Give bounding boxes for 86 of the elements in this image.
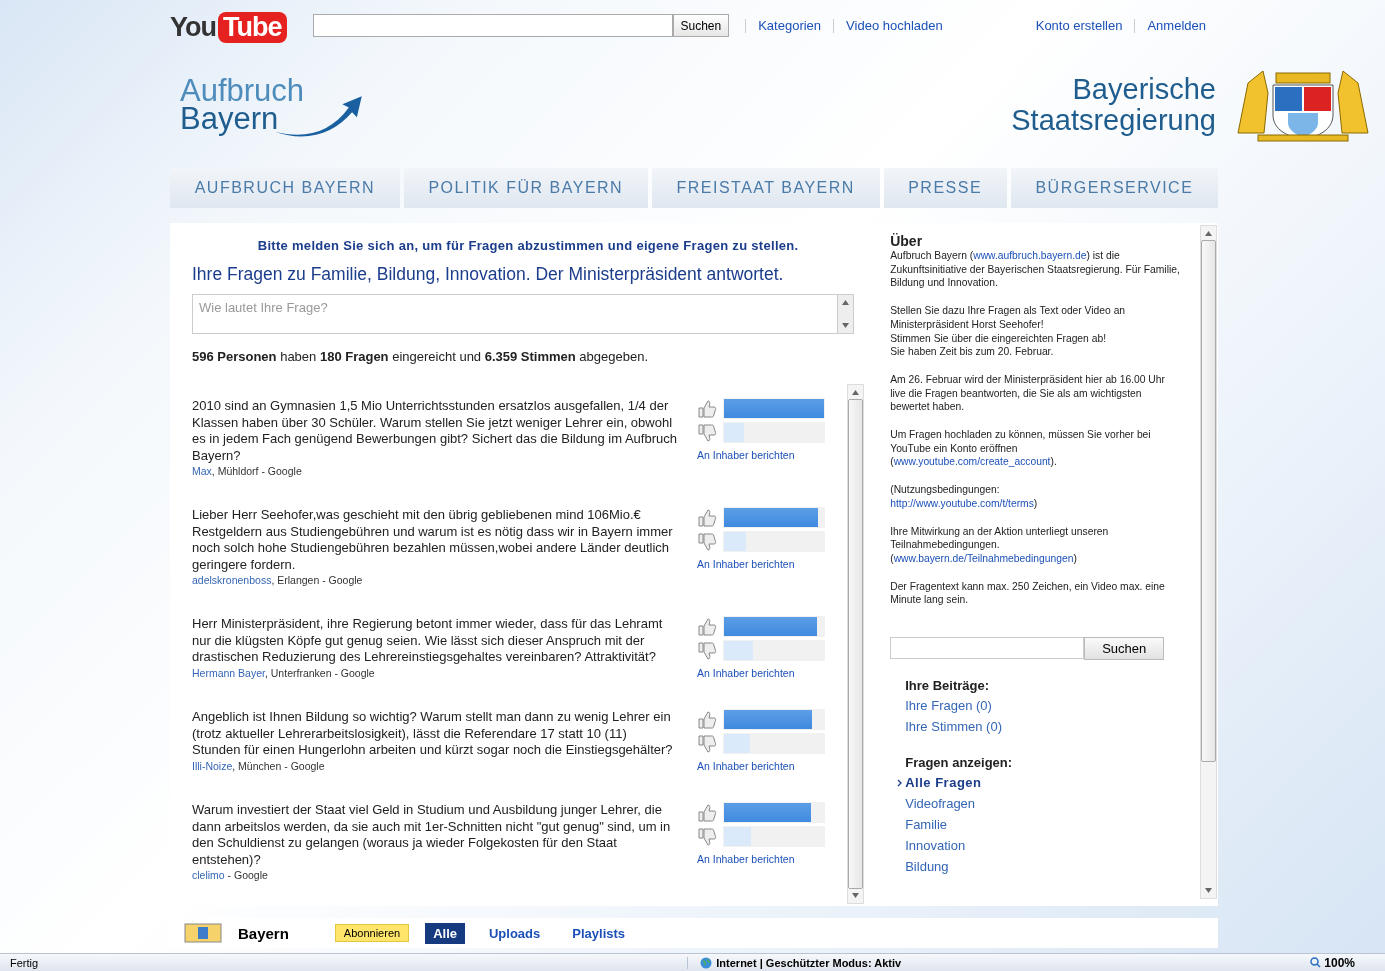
nav-tab[interactable]: BÜRGERSERVICE bbox=[1010, 168, 1218, 208]
stats-text: 596 Personen haben 180 Fragen eingereicht und 6.359 Stimmen abgegeben. bbox=[192, 349, 650, 364]
filter-link[interactable]: Innovation bbox=[905, 835, 966, 857]
contribution-link[interactable]: Ihre Fragen (0) bbox=[905, 695, 992, 717]
scrollbar[interactable] bbox=[837, 294, 854, 334]
chevron-icon bbox=[897, 778, 903, 787]
report-link[interactable]: An Inhaber berichten bbox=[697, 853, 832, 865]
info-paragraph: Stellen Sie dazu Ihre Fragen als Text oder Video an Ministerpräsident Horst Seehofer! Stimmen Sie über die eingereichten Fragen ab! Sie haben Zeit bis zum 20. Februar. bbox=[890, 304, 1127, 359]
sidebar-search-button[interactable]: Suchen bbox=[1084, 637, 1165, 661]
scrollbar[interactable] bbox=[1200, 225, 1218, 899]
question-text: 2010 sind an Gymnasien 1,5 Mio Unterrichtsstunden ersatzlos ausgefallen, 1/4 der Klassen haben über 30 Schüler. Warum stellen Sie jetzt weniger Lehrer ein, obwohl es in jedem Fach genügend Bewerbungen gibt? Sichert das die Bildung im Aufbruch Bayern? bbox=[192, 398, 677, 464]
channel-tab[interactable]: Alle bbox=[425, 922, 465, 944]
nav-tab[interactable]: POLITIK FÜR BAYERN bbox=[403, 168, 648, 208]
account-link[interactable]: Konto erstellen bbox=[1023, 19, 1135, 33]
filter-link[interactable]: Alle Fragen bbox=[897, 772, 982, 794]
government-title: Bayerische Staatsregierung bbox=[1011, 74, 1216, 136]
report-link[interactable]: An Inhaber berichten bbox=[697, 667, 832, 679]
info-paragraph: Ihre Mitwirkung an der Aktion unterliegt unseren Teilnahmebedingungen. (www.bayern.de/Teilnahmebedingungen) bbox=[890, 524, 1110, 566]
scroll-up-icon[interactable] bbox=[852, 390, 860, 395]
page-title: Ihre Fragen zu Familie, Bildung, Innovation. Der Ministerpräsident antwortet. bbox=[192, 264, 785, 285]
section-heading: Ihre Beiträge: bbox=[905, 678, 990, 694]
info-paragraph: Der Fragentext kann max. 250 Zeichen, ein Video max. eine Minute lang sein. bbox=[890, 579, 1166, 608]
info-paragraph: Um Fragen hochladen zu können, müssen Sie vorher bei YouTube ein Konto eröffnen (www.youtube.com/create_account). bbox=[890, 428, 1152, 470]
search-button[interactable]: Suchen bbox=[672, 14, 730, 37]
report-link[interactable]: An Inhaber berichten bbox=[697, 558, 832, 570]
author-link[interactable]: Max bbox=[192, 465, 212, 477]
thumbs-down-icon[interactable] bbox=[697, 827, 717, 846]
filter-link[interactable]: Familie bbox=[905, 814, 948, 836]
zoom-level[interactable]: 100% bbox=[1310, 955, 1355, 970]
account-link[interactable]: Anmelden bbox=[1134, 19, 1218, 33]
question-text: Lieber Herr Seehofer,was geschieht mit den übrig gebliebenen mind 106Mio.€ Restgeldern aus Studiengebühren und warum ist es nötig dass wir in Bayern immer noch solch hohe Studiengebühren bezahlen müssen,wobei andere Länder deutlich geringere fordern. bbox=[192, 507, 674, 573]
status-text: Fertig bbox=[9, 956, 39, 969]
author-link[interactable]: Hermann Bayer bbox=[192, 666, 265, 679]
author-link[interactable]: clelimo bbox=[192, 869, 225, 881]
magnifier-icon bbox=[1310, 957, 1322, 968]
question-meta: Max, Mühldorf - Google bbox=[192, 465, 303, 477]
info-link[interactable]: http://www.youtube.com/t/terms bbox=[890, 497, 1034, 509]
sidebar-search-field[interactable] bbox=[890, 637, 1085, 660]
scroll-down-icon[interactable] bbox=[842, 323, 849, 328]
zone-indicator: Internet | Geschützter Modus: Aktiv bbox=[687, 956, 902, 969]
info-paragraph: Am 26. Februar wird der Ministerpräsident hier ab 16.00 Uhr live die Fragen beantworten, die Sie als am wichtigsten bewertet haben. bbox=[890, 372, 1166, 415]
report-link[interactable]: An Inhaber berichten bbox=[697, 760, 832, 772]
info-link[interactable]: www.aufbruch.bayern.de bbox=[973, 250, 1087, 261]
question-text: Herr Ministerpräsident, ihre Regierung betont immer wieder, dass für das Lehramt nur die klügsten Köpfe gut genug seien. Wie lässt sich dieser Anspruch mit der drastischen Reduzierung des Lehrereinstiegsgehaltes vereinbaren? Attraktivität? bbox=[192, 616, 664, 666]
thumbs-up-icon[interactable] bbox=[697, 399, 717, 418]
report-link[interactable]: An Inhaber berichten bbox=[697, 449, 832, 461]
scroll-up-icon[interactable] bbox=[1205, 231, 1213, 236]
filter-link[interactable]: Videofragen bbox=[905, 793, 976, 815]
question-text: Warum investiert der Staat viel Geld in Studium und Ausbildung junger Lehrer, die dann arbeitslos werden, da sie auch mit 1er-Schnitten nicht "gut genug" sind, um in den Schuldienst zu gelangen (woraus ja wieder Folgekosten für den Staat entstehen)? bbox=[192, 802, 672, 868]
nav-tab[interactable]: PRESSE bbox=[883, 168, 1007, 208]
question-input[interactable]: Wie lautet Ihre Frage? bbox=[192, 294, 837, 334]
scroll-down-icon[interactable] bbox=[1205, 888, 1213, 893]
scroll-down-icon[interactable] bbox=[852, 893, 860, 898]
thumbs-up-icon[interactable] bbox=[697, 803, 717, 822]
nav-tab[interactable]: FREISTAAT BAYERN bbox=[651, 168, 880, 208]
section-heading: Fragen anzeigen: bbox=[905, 755, 1014, 771]
nav-tab[interactable]: AUFBRUCH BAYERN bbox=[170, 168, 400, 208]
sidebar-title: Über bbox=[890, 233, 924, 249]
question-meta: clelimo - Google bbox=[192, 869, 269, 881]
scrollbar[interactable] bbox=[847, 384, 865, 904]
thumbs-up-icon[interactable] bbox=[697, 710, 717, 729]
login-hint: Bitte melden Sie sich an, um für Fragen abzustimmen und eigene Fragen zu stellen. bbox=[256, 238, 800, 253]
scroll-up-icon[interactable] bbox=[842, 300, 849, 305]
nav-link[interactable]: Video hochladen bbox=[833, 19, 955, 33]
channel-tab[interactable]: Playlists bbox=[564, 922, 634, 944]
subscribe-button[interactable]: Abonnieren bbox=[334, 924, 410, 942]
channel-tab[interactable]: Uploads bbox=[481, 922, 549, 944]
search-field[interactable] bbox=[312, 14, 673, 37]
thumbs-up-icon[interactable] bbox=[697, 508, 717, 527]
nav-link[interactable]: Kategorien bbox=[745, 19, 834, 33]
thumbs-up-icon[interactable] bbox=[697, 617, 717, 636]
filter-link[interactable]: Bildung bbox=[905, 856, 949, 878]
question-meta: Hermann Bayer, Unterfranken - Google bbox=[192, 666, 376, 679]
thumbs-down-icon[interactable] bbox=[697, 734, 717, 753]
question-meta: Illi-Noize, München - Google bbox=[192, 759, 326, 772]
globe-icon bbox=[700, 956, 713, 969]
question-meta: adelskronenboss, Erlangen - Google bbox=[192, 574, 364, 586]
thumbs-down-icon[interactable] bbox=[697, 423, 717, 442]
question-text: Angeblich ist Ihnen Bildung so wichtig? Warum stellt man dann zu wenig Lehrer ein (trotz aktueller Lehrerarbeitslosigkeit), lässt die Referendare 17 statt 10 (11) Stunden für einen Hungerlohn arbeiten und kürzt sogar noch die Einstiegsgehälter? bbox=[192, 709, 674, 759]
contribution-link[interactable]: Ihre Stimmen (0) bbox=[905, 716, 1002, 738]
thumbs-down-icon[interactable] bbox=[697, 641, 717, 660]
info-paragraph: Aufbruch Bayern (www.aufbruch.bayern.de) ist die Zukunftsinitiative der Bayerischen Staatsregierung. Für Familie, Bildung und Innovation. bbox=[890, 249, 1181, 291]
channel-name: Bayern bbox=[238, 924, 289, 942]
info-paragraph: (Nutzungsbedingungen: http://www.youtube.com/t/terms) bbox=[890, 483, 1039, 511]
flag-icon bbox=[184, 923, 222, 943]
thumbs-down-icon[interactable] bbox=[697, 532, 717, 551]
